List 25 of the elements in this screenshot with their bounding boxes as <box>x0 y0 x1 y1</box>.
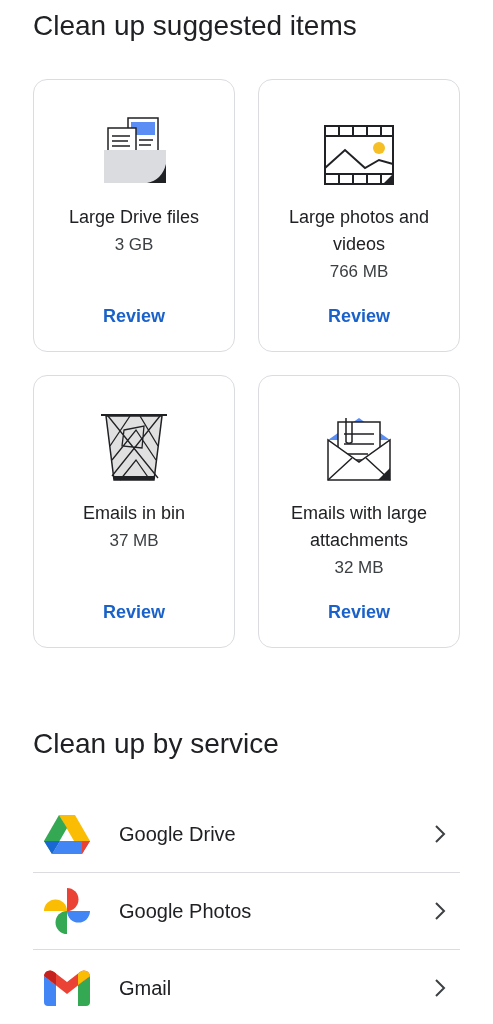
chevron-right-icon[interactable] <box>434 901 446 921</box>
pinwheel-logo-icon <box>44 888 90 934</box>
section-heading: Clean up suggested items <box>33 9 358 43</box>
review-button[interactable]: Review <box>94 302 173 331</box>
size-label: 766 MB <box>329 261 389 283</box>
card-title: Large Drive files <box>68 206 200 229</box>
service-label: Gmail <box>119 976 173 1000</box>
card-title: Large photos and videos <box>287 206 431 256</box>
service-label: Google Photos <box>119 899 253 923</box>
chevron-right-icon[interactable] <box>434 978 446 998</box>
review-button[interactable]: Review <box>319 598 398 627</box>
folder-documents-icon <box>101 116 167 186</box>
service-label: Google Drive <box>119 822 237 846</box>
section-heading: Clean up by service <box>33 727 280 761</box>
size-label: 37 MB <box>109 530 159 552</box>
chevron-right-icon[interactable] <box>434 824 446 844</box>
card-title: Emails in bin <box>82 502 185 525</box>
film-photo-icon <box>323 124 395 186</box>
review-button[interactable]: Review <box>94 598 173 627</box>
drive-logo-icon <box>44 813 90 855</box>
review-button[interactable]: Review <box>319 302 398 331</box>
card-title: Emails with large attachments <box>289 502 428 552</box>
size-label: 32 MB <box>334 557 384 579</box>
size-label: 3 GB <box>114 234 154 256</box>
envelope-logo-icon <box>44 970 90 1006</box>
